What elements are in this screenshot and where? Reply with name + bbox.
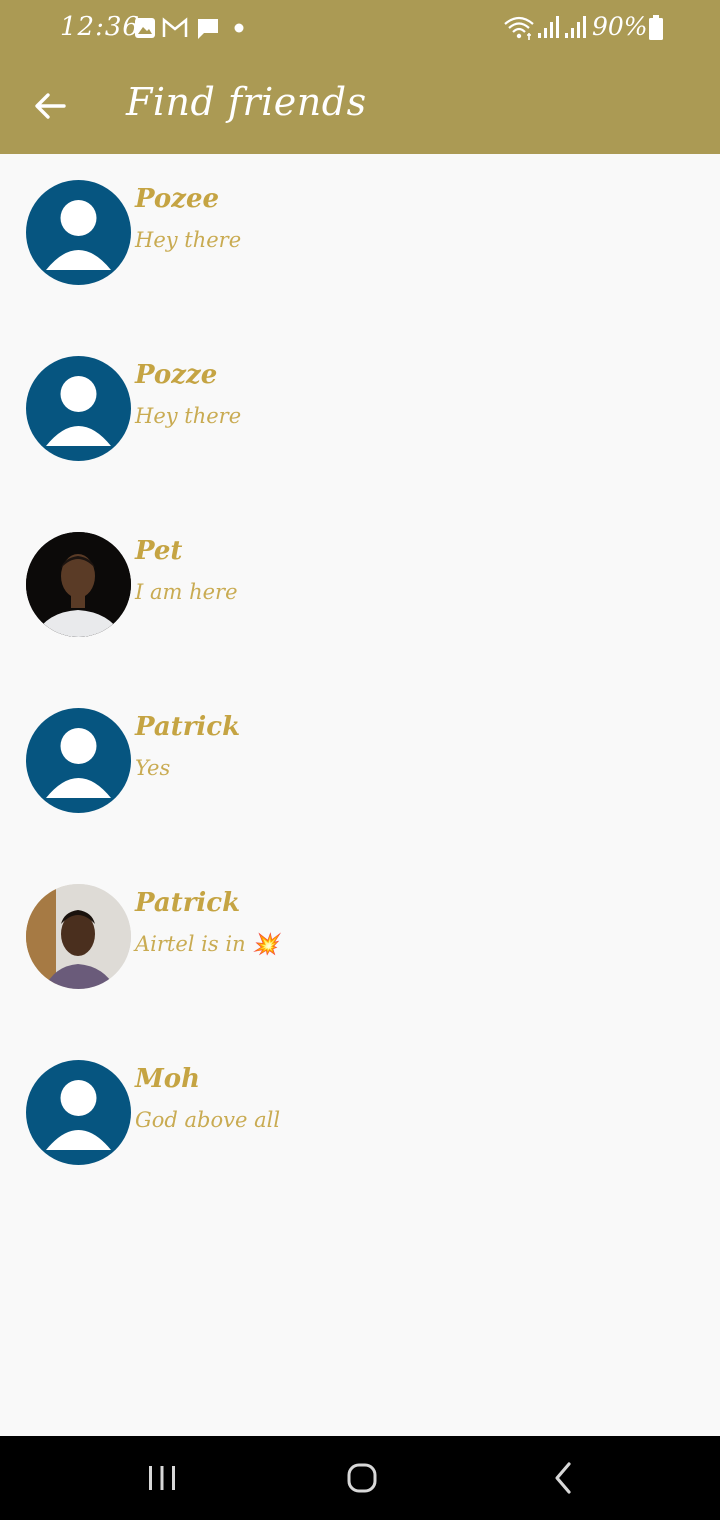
friend-item[interactable]: Pet I am here [0,506,720,656]
profile-photo[interactable] [26,532,131,637]
friend-name: Patrick [135,712,241,742]
friend-status: Hey there [135,404,242,428]
friend-status: Airtel is in 💥 [135,932,279,956]
signal-icon [538,16,559,38]
back-arrow-icon[interactable] [30,86,70,126]
dot-icon [234,23,244,33]
message-icon [198,19,218,39]
status-time: 12:36 [60,12,140,42]
signal-icon-2 [565,16,586,38]
gallery-icon [135,18,155,38]
default-avatar-icon[interactable] [26,708,131,813]
default-avatar-icon[interactable] [26,1060,131,1165]
friend-name: Pozee [135,184,220,214]
battery-percentage: 90% [592,12,648,41]
friend-item[interactable]: Pozee Hey there [0,154,720,304]
friend-item[interactable]: Moh God above all [0,1034,720,1184]
back-icon[interactable] [544,1458,584,1498]
home-icon[interactable] [342,1458,382,1498]
friend-item[interactable]: Patrick Airtel is in 💥 [0,858,720,1008]
battery-icon [649,15,663,40]
default-avatar-icon[interactable] [26,180,131,285]
friend-status: God above all [135,1108,281,1132]
page-title: Find friends [126,80,367,124]
friend-status: Hey there [135,228,242,252]
profile-photo[interactable] [26,884,131,989]
friend-item[interactable]: Pozze Hey there [0,330,720,480]
friend-status: I am here [135,580,238,604]
friend-name: Moh [135,1064,201,1094]
wifi-icon [504,16,534,40]
system-nav-bar [0,1436,720,1520]
friend-status: Yes [135,756,171,780]
friend-name: Pet [135,536,183,566]
friend-name: Pozze [135,360,218,390]
status-bar: 12:36 90% [0,0,720,58]
friend-name: Patrick [135,888,241,918]
default-avatar-icon[interactable] [26,356,131,461]
friend-item[interactable]: Patrick Yes [0,682,720,832]
recent-apps-icon[interactable] [142,1458,182,1498]
app-bar: 12:36 90% Find friends [0,0,720,154]
gmail-icon [162,17,188,37]
